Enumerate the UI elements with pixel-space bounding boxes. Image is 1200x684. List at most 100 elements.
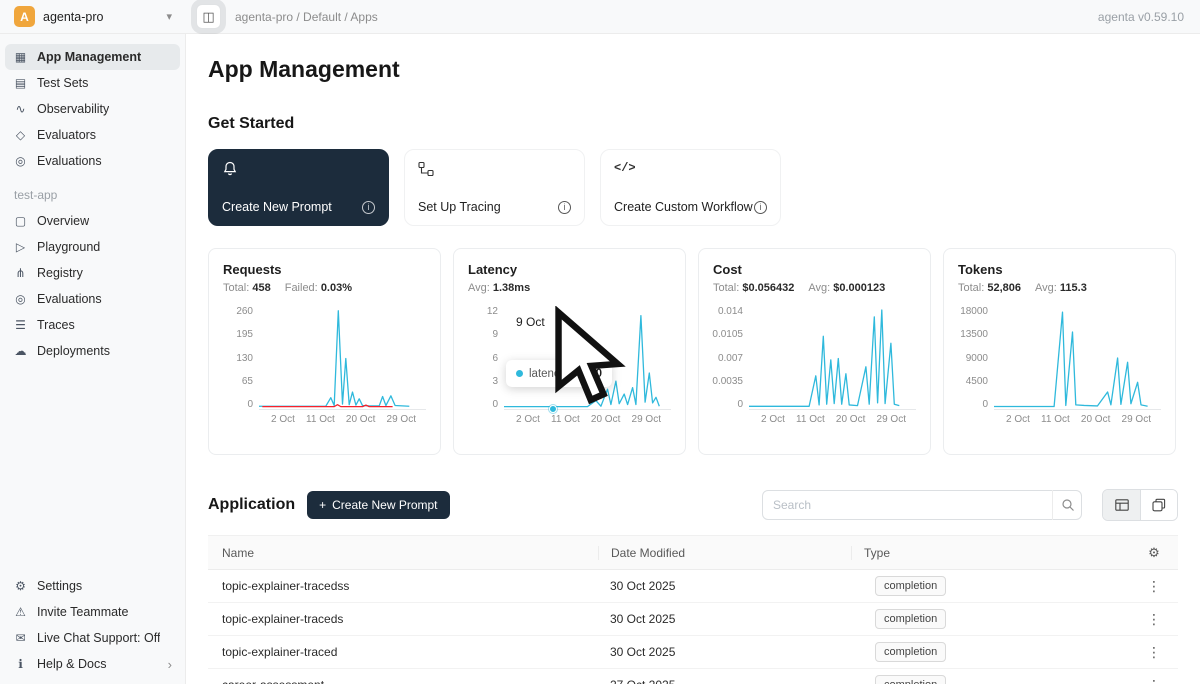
help-icon: ℹ <box>13 657 28 671</box>
more-actions-icon[interactable]: ⋮ <box>1141 677 1167 684</box>
app-name: career-assessment <box>208 678 610 684</box>
metric-title: Tokens <box>958 262 1161 277</box>
sidebar-item-settings[interactable]: ⚙Settings <box>5 573 180 599</box>
search-icon <box>1061 498 1075 512</box>
sidebar-item-app-management[interactable]: ▦App Management <box>5 44 180 70</box>
table-row[interactable]: career-assessment27 Oct 2025completion⋮ <box>208 669 1178 684</box>
table-view-button[interactable] <box>1103 490 1140 520</box>
chart-x-axis: 2 Oct11 Oct20 Oct29 Oct <box>713 410 916 425</box>
chevron-right-icon: › <box>168 657 172 672</box>
list-icon: ▤ <box>13 76 28 90</box>
bell-icon <box>222 161 238 177</box>
table-row[interactable]: topic-explainer-traceds30 Oct 2025comple… <box>208 603 1178 636</box>
sidebar-item-traces[interactable]: ☰Traces <box>5 312 180 338</box>
chart-y-axis: 0.0140.01050.0070.00350 <box>713 306 749 410</box>
card-label: Create New Prompt <box>222 200 332 214</box>
info-icon[interactable]: i <box>558 201 571 214</box>
grid-icon: ▦ <box>13 50 28 64</box>
sidebar-item-registry[interactable]: ⋔Registry <box>5 260 180 286</box>
tracing-icon <box>418 161 434 177</box>
type-badge: completion <box>875 609 946 629</box>
type-badge: completion <box>875 675 946 684</box>
workspace-name: agenta-pro <box>43 10 103 24</box>
search-button[interactable] <box>1052 490 1082 520</box>
metric-stat: Total: 52,806 <box>958 282 1021 294</box>
app-date-modified: 30 Oct 2025 <box>610 612 875 626</box>
column-header-type[interactable]: Type <box>851 546 1130 560</box>
get-started-heading: Get Started <box>208 115 1178 133</box>
sidebar-main-nav: ▦App Management▤Test Sets∿Observability◇… <box>0 44 185 174</box>
sidebar-item-playground[interactable]: ▷Playground <box>5 234 180 260</box>
sidebar-collapse-button[interactable]: ◫ <box>196 4 221 29</box>
workspace-selector[interactable]: A agenta-pro ▾ <box>0 0 186 33</box>
sidebar-footer-nav: ⚙Settings⚠Invite Teammate✉Live Chat Supp… <box>0 573 185 677</box>
more-actions-icon[interactable]: ⋮ <box>1141 611 1167 628</box>
topbar: A agenta-pro ▾ ◫ agenta-pro / Default / … <box>0 0 1200 34</box>
sidebar-item-evaluations[interactable]: ◎Evaluations <box>5 286 180 312</box>
target-icon: ◎ <box>13 292 28 306</box>
metric-stat: Total: 458 <box>223 282 271 294</box>
app-date-modified: 30 Oct 2025 <box>610 579 875 593</box>
sidebar-item-evaluations[interactable]: ◎Evaluations <box>5 148 180 174</box>
workspace-avatar: A <box>14 6 35 27</box>
sidebar-item-invite-teammate[interactable]: ⚠Invite Teammate <box>5 599 180 625</box>
metric-stat: Avg: 1.38ms <box>468 282 530 294</box>
table-row[interactable]: topic-explainer-tracedss30 Oct 2025compl… <box>208 570 1178 603</box>
metric-chart-svg <box>259 306 426 409</box>
sidebar-item-live-chat-support-off[interactable]: ✉Live Chat Support: Off <box>5 625 180 651</box>
metric-chart-svg <box>749 306 916 409</box>
sidebar-item-evaluators[interactable]: ◇Evaluators <box>5 122 180 148</box>
search <box>762 490 1082 520</box>
set-up-tracing-card[interactable]: Set Up Tracing i <box>404 149 585 226</box>
table-settings-gear-icon[interactable]: ⚙ <box>1148 545 1160 561</box>
view-toggle <box>1102 489 1178 521</box>
card-view-button[interactable] <box>1140 490 1177 520</box>
metric-stat: Total: $0.056432 <box>713 282 794 294</box>
app-date-modified: 30 Oct 2025 <box>610 645 875 659</box>
breadcrumb[interactable]: agenta-pro / Default / Apps <box>235 10 378 24</box>
sidebar-item-help-docs[interactable]: ℹHelp & Docs› <box>5 651 180 677</box>
more-actions-icon[interactable]: ⋮ <box>1141 578 1167 595</box>
traces-icon: ☰ <box>13 318 28 332</box>
search-input[interactable] <box>762 490 1082 520</box>
create-new-prompt-button[interactable]: + Create New Prompt <box>307 491 449 519</box>
sidebar-section-label: test-app <box>0 174 185 208</box>
metric-chart-svg <box>994 306 1161 409</box>
create-custom-workflow-card[interactable]: </> Create Custom Workflow i <box>600 149 781 226</box>
more-actions-icon[interactable]: ⋮ <box>1141 644 1167 661</box>
sidebar-item-observability[interactable]: ∿Observability <box>5 96 180 122</box>
column-header-name[interactable]: Name <box>208 546 610 560</box>
chevron-down-icon: ▾ <box>166 10 172 23</box>
column-header-date-modified[interactable]: Date Modified <box>598 546 863 560</box>
sidebar-item-test-sets[interactable]: ▤Test Sets <box>5 70 180 96</box>
sidebar: ▦App Management▤Test Sets∿Observability◇… <box>0 34 186 684</box>
create-new-prompt-card[interactable]: Create New Prompt i <box>208 149 389 226</box>
table-row[interactable]: topic-explainer-traced30 Oct 2025complet… <box>208 636 1178 669</box>
metric-stat: Avg: 115.3 <box>1035 282 1087 294</box>
tokens-chart-plot[interactable] <box>994 306 1161 410</box>
requests-chart-plot[interactable] <box>259 306 426 410</box>
sidebar-app-nav: ▢Overview▷Playground⋔Registry◎Evaluation… <box>0 208 185 364</box>
sidebar-item-deployments[interactable]: ☁Deployments <box>5 338 180 364</box>
card-view-icon <box>1152 498 1166 512</box>
metric-stat: Avg: $0.000123 <box>808 282 885 294</box>
get-started-cards: Create New Prompt i Set Up Tracing i </>… <box>208 149 1178 226</box>
metric-title: Requests <box>223 262 426 277</box>
cost-chart-plot[interactable] <box>749 306 916 410</box>
table-view-icon <box>1115 498 1129 512</box>
applications-table: Name Date Modified Type ⚙ topic-explaine… <box>208 535 1178 684</box>
chart-x-axis: 2 Oct11 Oct20 Oct29 Oct <box>468 410 671 425</box>
type-badge: completion <box>875 642 946 662</box>
latency-chart-plot[interactable]: 9 Oct latency 0 <box>504 306 671 410</box>
metrics-row: Requests Total: 458Failed: 0.03% 2601951… <box>208 248 1178 455</box>
info-icon[interactable]: i <box>754 201 767 214</box>
chart-x-axis: 2 Oct11 Oct20 Oct29 Oct <box>958 410 1161 425</box>
code-icon: </> <box>614 161 767 175</box>
type-badge: completion <box>875 576 946 596</box>
invite-icon: ⚠ <box>13 605 28 619</box>
info-icon[interactable]: i <box>362 201 375 214</box>
metric-card-requests: Requests Total: 458Failed: 0.03% 2601951… <box>208 248 441 455</box>
sidebar-item-overview[interactable]: ▢Overview <box>5 208 180 234</box>
chart-y-axis: 260195130650 <box>223 306 259 410</box>
metric-title: Cost <box>713 262 916 277</box>
